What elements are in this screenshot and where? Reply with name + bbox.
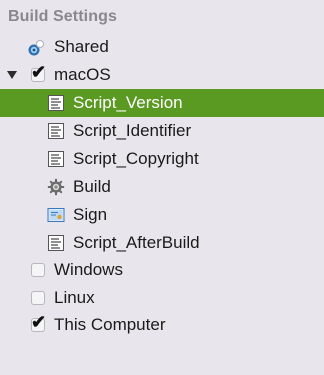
checkmark-icon: ✔ bbox=[31, 62, 47, 82]
tree-item-windows[interactable]: Windows bbox=[0, 256, 324, 284]
tree-item-label: Sign bbox=[73, 205, 108, 224]
tree-item-shared[interactable]: Shared bbox=[0, 33, 324, 61]
tree-item-label: Script_AfterBuild bbox=[73, 233, 200, 252]
tree-item-script-copyright[interactable]: Script_Copyright bbox=[0, 145, 324, 173]
checkmark-icon: ✔ bbox=[31, 312, 47, 332]
build-settings-sidebar: Build Settings Shared ✔ macOS Script_Ver… bbox=[0, 0, 324, 375]
tree-item-label: macOS bbox=[54, 65, 111, 84]
script-file-icon bbox=[47, 122, 65, 140]
tree-item-script-identifier[interactable]: Script_Identifier bbox=[0, 117, 324, 145]
macos-checkbox[interactable]: ✔ bbox=[31, 62, 46, 82]
tree-item-macos[interactable]: ✔ macOS bbox=[0, 61, 324, 89]
tree-item-build[interactable]: Build bbox=[0, 173, 324, 201]
certificate-icon bbox=[47, 206, 65, 224]
tree-item-label: Windows bbox=[54, 260, 123, 279]
tree-item-label: This Computer bbox=[54, 315, 166, 334]
tree-item-this-computer[interactable]: ✔ This Computer bbox=[0, 311, 324, 339]
tree-item-label: Shared bbox=[54, 37, 109, 56]
tree-item-label: Linux bbox=[54, 288, 95, 307]
sidebar-header: Build Settings bbox=[8, 8, 117, 25]
tree-item-script-version[interactable]: Script_Version bbox=[0, 89, 324, 117]
windows-checkbox[interactable] bbox=[31, 263, 45, 277]
script-file-icon bbox=[47, 94, 65, 112]
tree-item-label: Script_Identifier bbox=[73, 121, 192, 140]
linux-checkbox[interactable] bbox=[31, 291, 45, 305]
tree-item-label: Script_Copyright bbox=[73, 149, 199, 168]
tree-item-label: Script_Version bbox=[73, 93, 183, 112]
this-computer-checkbox[interactable]: ✔ bbox=[31, 312, 46, 332]
disclosure-triangle-expanded-icon[interactable] bbox=[7, 71, 17, 79]
tree-item-script-afterbuild[interactable]: Script_AfterBuild bbox=[0, 229, 324, 257]
shared-target-icon bbox=[28, 38, 46, 56]
script-file-icon bbox=[47, 234, 65, 252]
tree-item-sign[interactable]: Sign bbox=[0, 201, 324, 229]
gear-icon bbox=[47, 178, 65, 196]
tree-item-linux[interactable]: Linux bbox=[0, 284, 324, 312]
tree-item-label: Build bbox=[73, 177, 111, 196]
script-file-icon bbox=[47, 150, 65, 168]
